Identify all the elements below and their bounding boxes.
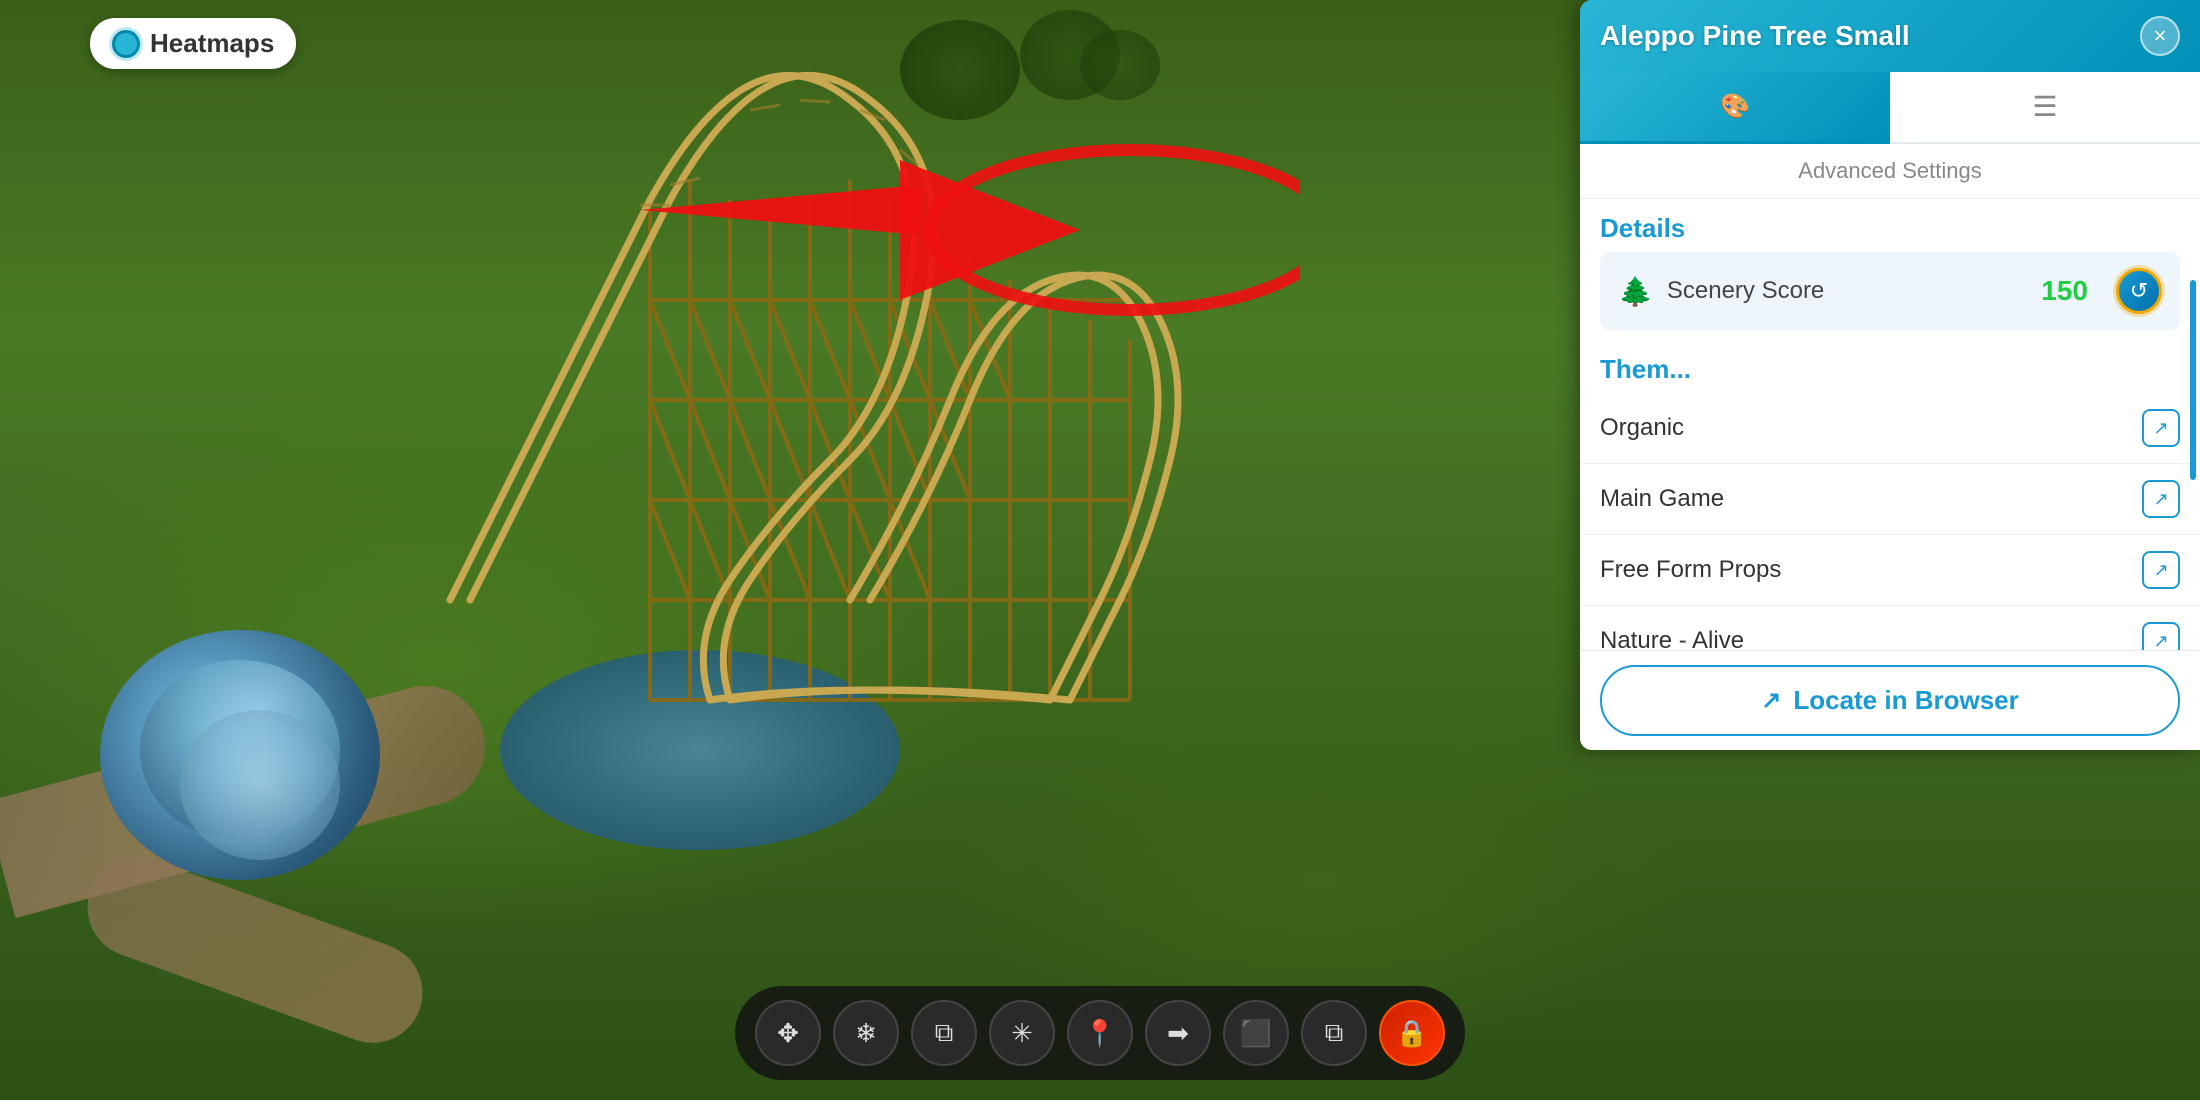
capture-icon: ⧉	[1325, 1017, 1344, 1049]
screenshot-icon: ⬛	[1240, 1018, 1272, 1049]
toolbar-navigate-button[interactable]: ➡	[1145, 1000, 1211, 1066]
toolbar-copy-button[interactable]: ⧉	[911, 1000, 977, 1066]
theme-item-main-game[interactable]: Main Game ↗	[1580, 464, 2200, 535]
scenery-tree-icon: 🌲	[1618, 275, 1653, 308]
panel-title: Aleppo Pine Tree Small	[1600, 20, 1910, 52]
scenery-action-button[interactable]: ↺	[2116, 268, 2162, 314]
theme-item-nature-alive[interactable]: Nature - Alive ↗	[1580, 606, 2200, 650]
scroll-indicator	[2190, 280, 2196, 480]
external-link-main-game[interactable]: ↗	[2142, 480, 2180, 518]
themes-header: Them...	[1580, 340, 2200, 393]
toolbar-move-button[interactable]: ✥	[755, 1000, 821, 1066]
scenery-score-label: Scenery Score	[1667, 277, 2027, 305]
side-panel: Aleppo Pine Tree Small × 🎨 ☰ Advanced Se…	[1580, 0, 2200, 750]
theme-label-nature-alive: Nature - Alive	[1600, 627, 1744, 650]
bottom-toolbar: ✥ ❄ ⧉ ✳ 📍 ➡ ⬛ ⧉ 🔒	[735, 986, 1465, 1080]
locate-icon: ↗	[1761, 686, 1781, 715]
move-icon: ✥	[777, 1018, 799, 1049]
external-link-icon: ↗	[2153, 418, 2168, 439]
external-link-icon-2: ↗	[2153, 489, 2168, 510]
scenery-score-row: 🌲 Scenery Score 150 ↺	[1600, 252, 2180, 330]
panel-tabs: 🎨 ☰	[1580, 72, 2200, 144]
tree-foreground	[80, 600, 400, 900]
locate-in-browser-button[interactable]: ↗ Locate in Browser	[1600, 665, 2180, 736]
toolbar-pin-button[interactable]: 📍	[1067, 1000, 1133, 1066]
external-link-free-form-props[interactable]: ↗	[2142, 551, 2180, 589]
heatmaps-indicator	[112, 30, 140, 58]
panel-footer: ↗ Locate in Browser	[1580, 650, 2200, 750]
external-link-organic[interactable]: ↗	[2142, 409, 2180, 447]
advanced-settings-label: Advanced Settings	[1580, 144, 2200, 199]
theme-label-organic: Organic	[1600, 414, 1684, 442]
heatmaps-button[interactable]: Heatmaps	[90, 18, 296, 69]
panel-content: Details 🌲 Scenery Score 150 ↺ Them... Or…	[1580, 199, 2200, 650]
themes-section: Them... Organic ↗ Main Game ↗ Free Form …	[1580, 340, 2200, 650]
external-link-icon-3: ↗	[2153, 560, 2168, 581]
theme-item-free-form-props[interactable]: Free Form Props ↗	[1580, 535, 2200, 606]
heatmaps-label: Heatmaps	[150, 28, 274, 59]
copy-icon: ⧉	[935, 1017, 954, 1049]
freeze-icon: ❄	[855, 1018, 877, 1049]
details-section: Details 🌲 Scenery Score 150 ↺	[1580, 199, 2200, 340]
roller-coaster	[350, 0, 1250, 750]
pin-icon: 📍	[1084, 1018, 1116, 1049]
list-icon: ☰	[2032, 90, 2057, 123]
details-header: Details	[1600, 199, 2180, 252]
toolbar-screenshot-button[interactable]: ⬛	[1223, 1000, 1289, 1066]
external-link-nature-alive[interactable]: ↗	[2142, 622, 2180, 650]
panel-header: Aleppo Pine Tree Small ×	[1580, 0, 2200, 72]
locate-label: Locate in Browser	[1793, 685, 2018, 716]
navigate-icon: ➡	[1167, 1018, 1189, 1049]
theme-item-organic[interactable]: Organic ↗	[1580, 393, 2200, 464]
toolbar-freeze-button[interactable]: ❄	[833, 1000, 899, 1066]
tab-list[interactable]: ☰	[1890, 72, 2200, 144]
theme-label-free-form-props: Free Form Props	[1600, 556, 1781, 584]
advanced-copy-icon: ✳	[1011, 1018, 1033, 1049]
external-link-icon-4: ↗	[2153, 631, 2168, 651]
refresh-icon: ↺	[2130, 278, 2148, 304]
toolbar-capture-button[interactable]: ⧉	[1301, 1000, 1367, 1066]
tab-paint[interactable]: 🎨	[1580, 72, 1890, 144]
close-button[interactable]: ×	[2140, 16, 2180, 56]
scenery-score-value: 150	[2041, 275, 2088, 307]
paint-icon: 🎨	[1720, 92, 1750, 121]
toolbar-advanced-copy-button[interactable]: ✳	[989, 1000, 1055, 1066]
lock-icon: 🔒	[1396, 1018, 1428, 1049]
theme-label-main-game: Main Game	[1600, 485, 1724, 513]
toolbar-lock-button[interactable]: 🔒	[1379, 1000, 1445, 1066]
